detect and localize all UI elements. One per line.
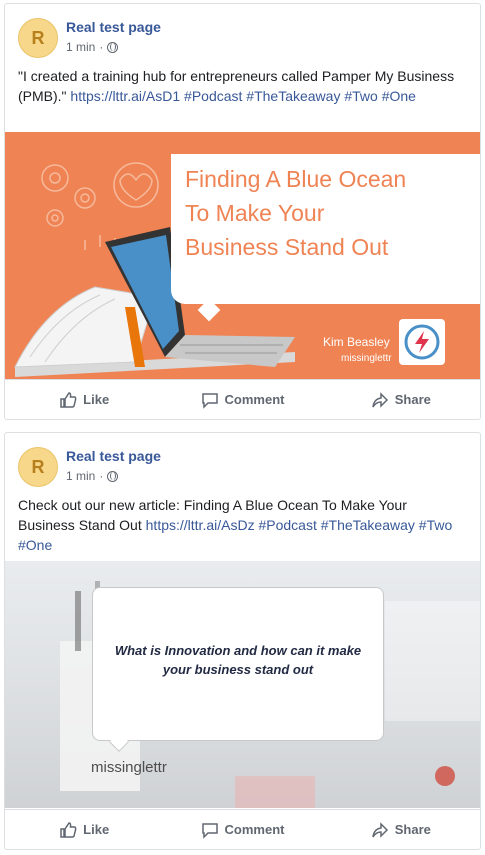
action-bar: Like Comment Share <box>5 809 480 849</box>
post-image[interactable]: Finding A Blue Ocean To Make Your Busine… <box>5 132 480 379</box>
like-button[interactable]: Like <box>5 384 163 416</box>
post-card: R Real test page 1 min · Check out our n… <box>4 432 481 850</box>
avatar[interactable]: R <box>18 18 58 58</box>
post-timestamp[interactable]: 1 min <box>66 469 95 483</box>
globe-icon <box>107 470 119 482</box>
headline-line: Finding A Blue Ocean <box>185 166 407 192</box>
comment-icon <box>201 822 218 839</box>
share-icon <box>372 821 388 838</box>
post-text: "I created a training hub for entreprene… <box>5 60 480 132</box>
post-link[interactable]: https://lttr.ai/AsDz <box>146 517 255 533</box>
separator-dot: · <box>99 40 104 54</box>
like-label: Like <box>83 822 110 837</box>
headline-line: Business Stand Out <box>185 234 389 260</box>
headline: Finding A Blue Ocean To Make Your Busine… <box>185 162 465 264</box>
avatar[interactable]: R <box>18 447 58 487</box>
like-label: Like <box>83 392 110 407</box>
page-name-link[interactable]: Real test page <box>66 19 161 35</box>
author-name: Kim Beasley <box>323 335 390 349</box>
comment-label: Comment <box>224 822 285 837</box>
action-bar: Like Comment Share <box>5 379 480 419</box>
like-button[interactable]: Like <box>5 814 163 846</box>
post-meta: 1 min · <box>66 40 119 54</box>
comment-button[interactable]: Comment <box>163 814 321 846</box>
page-name-link[interactable]: Real test page <box>66 448 161 464</box>
post-text: Check out our new article: Finding A Blu… <box>5 489 480 561</box>
headline-line: To Make Your <box>185 200 325 226</box>
share-label: Share <box>394 822 431 837</box>
post-header: R Real test page 1 min · <box>5 4 480 60</box>
brand-name: missinglettr <box>341 353 392 364</box>
globe-icon <box>107 41 119 53</box>
thumbs-up-icon <box>60 821 77 838</box>
post-header: R Real test page 1 min · <box>5 433 480 489</box>
post-timestamp[interactable]: 1 min <box>66 40 95 54</box>
post-meta: 1 min · <box>66 469 119 483</box>
post-hashtags[interactable]: #Podcast #TheTakeaway #Two #One <box>184 88 416 104</box>
share-icon <box>372 391 388 408</box>
post-image[interactable]: What is Innovation and how can it make y… <box>5 561 480 808</box>
separator-dot: · <box>99 469 104 483</box>
comment-icon <box>201 392 218 409</box>
quote-text: What is Innovation and how can it make y… <box>114 643 362 677</box>
share-label: Share <box>394 392 431 407</box>
brand-name: missinglettr <box>91 759 167 776</box>
comment-label: Comment <box>224 392 285 407</box>
lightning-logo-icon <box>399 319 445 365</box>
share-button[interactable]: Share <box>322 384 480 416</box>
post-link[interactable]: https://lttr.ai/AsD1 <box>70 88 180 104</box>
share-button[interactable]: Share <box>322 814 480 846</box>
post-card: R Real test page 1 min · "I created a tr… <box>4 3 481 420</box>
comment-button[interactable]: Comment <box>163 384 321 416</box>
thumbs-up-icon <box>60 391 77 408</box>
